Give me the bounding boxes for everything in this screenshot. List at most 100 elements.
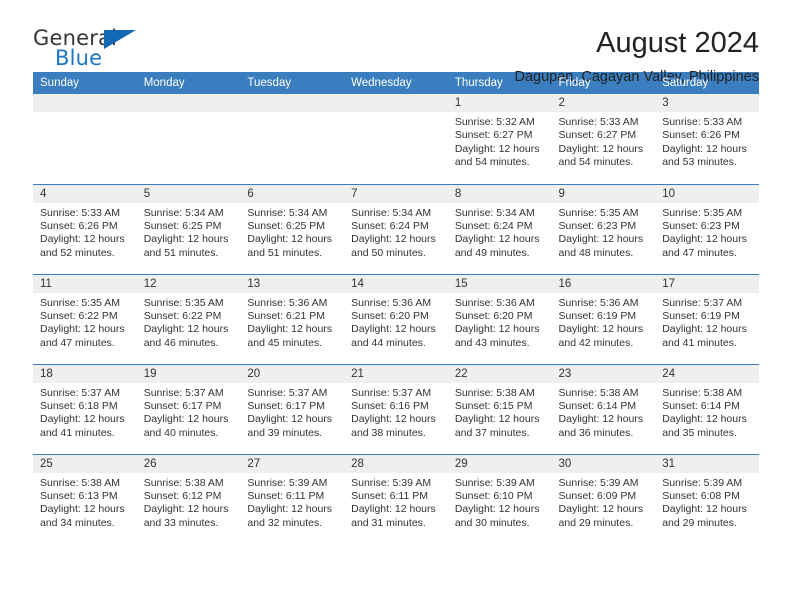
calendar-day-cell[interactable]: 24 Sunrise: 5:38 AM Sunset: 6:14 PM Dayligh…	[655, 363, 759, 454]
page-title: August 2024	[596, 27, 759, 59]
calendar-day-cell[interactable]: 22 Sunrise: 5:38 AM Sunset: 6:15 PM Dayligh…	[447, 363, 552, 454]
day-detail-line: Daylight: 12 hours	[662, 233, 747, 246]
day-detail-line: Sunset: 6:09 PM	[558, 489, 637, 502]
day-details: Sunrise: 5:36 AM Sunset: 6:19 PM Daylight:…	[551, 292, 656, 351]
calendar-day-cell[interactable]: 25 Sunrise: 5:38 AM Sunset: 6:13 PM Dayligh…	[33, 453, 137, 544]
calendar-day-cell[interactable]: 7 Sunrise: 5:34 AM Sunset: 6:24 PM Daylight…	[344, 183, 448, 274]
day-detail-line: Sunset: 6:20 PM	[454, 309, 533, 322]
day-details: Sunrise: 5:37 AM Sunset: 6:19 PM Daylight:…	[655, 292, 759, 351]
day-detail-line: Daylight: 12 hours	[558, 503, 644, 516]
weekday-header-wednesday: Wednesday	[344, 72, 448, 94]
day-detail-line: Daylight: 12 hours	[143, 233, 229, 246]
day-detail-line: Daylight: 12 hours	[143, 413, 229, 426]
calendar-empty-cell	[136, 94, 241, 184]
calendar-day-cell[interactable]: 12 Sunrise: 5:35 AM Sunset: 6:22 PM Dayligh…	[136, 273, 241, 364]
day-number: 24	[655, 364, 759, 383]
day-detail-line: Sunrise: 5:38 AM	[143, 476, 224, 489]
day-number: 5	[136, 184, 241, 203]
day-detail-line: Sunrise: 5:38 AM	[454, 386, 535, 399]
day-details: Sunrise: 5:36 AM Sunset: 6:20 PM Daylight:…	[447, 292, 552, 351]
day-detail-line: Sunrise: 5:36 AM	[454, 296, 535, 309]
day-detail-line: Daylight: 12 hours	[662, 323, 747, 336]
calendar-day-cell[interactable]: 15 Sunrise: 5:36 AM Sunset: 6:20 PM Dayligh…	[447, 273, 552, 364]
calendar-day-cell[interactable]: 18 Sunrise: 5:37 AM Sunset: 6:18 PM Dayligh…	[33, 363, 137, 454]
day-detail-line: Sunrise: 5:35 AM	[143, 296, 224, 309]
calendar-day-cell[interactable]: 14 Sunrise: 5:36 AM Sunset: 6:20 PM Dayligh…	[344, 273, 448, 364]
calendar-day-cell[interactable]: 27 Sunrise: 5:39 AM Sunset: 6:11 PM Dayligh…	[240, 453, 345, 544]
day-detail-line: Sunset: 6:15 PM	[454, 399, 533, 412]
day-detail-line: Sunrise: 5:39 AM	[247, 476, 328, 489]
day-detail-line: and 49 minutes.	[454, 246, 530, 259]
day-number: 3	[655, 94, 759, 112]
calendar-day-cell[interactable]: 17 Sunrise: 5:37 AM Sunset: 6:19 PM Dayligh…	[655, 273, 759, 364]
day-detail-line: Daylight: 12 hours	[558, 142, 644, 155]
calendar-day-cell[interactable]: 23 Sunrise: 5:38 AM Sunset: 6:14 PM Dayligh…	[551, 363, 656, 454]
general-blue-logo[interactable]: General Blue	[33, 26, 183, 74]
day-detail-line: Sunset: 6:22 PM	[143, 309, 222, 322]
day-detail-line: Sunset: 6:26 PM	[40, 219, 118, 232]
calendar-day-cell[interactable]: 20 Sunrise: 5:37 AM Sunset: 6:17 PM Dayligh…	[240, 363, 345, 454]
day-number: 12	[136, 274, 241, 293]
calendar-day-cell[interactable]: 28 Sunrise: 5:39 AM Sunset: 6:11 PM Dayligh…	[344, 453, 448, 544]
day-number: 7	[344, 184, 448, 203]
day-detail-line: Sunrise: 5:39 AM	[662, 476, 743, 489]
day-number: 18	[33, 364, 137, 383]
day-detail-line: Sunset: 6:21 PM	[247, 309, 326, 322]
calendar-day-cell[interactable]: 2 Sunrise: 5:33 AM Sunset: 6:27 PM Daylight…	[551, 94, 656, 184]
day-detail-line: Sunset: 6:13 PM	[40, 489, 118, 502]
day-detail-line: Sunset: 6:27 PM	[454, 129, 533, 142]
calendar-day-cell[interactable]: 4 Sunrise: 5:33 AM Sunset: 6:26 PM Daylight…	[33, 183, 137, 274]
day-number: 23	[551, 364, 656, 383]
calendar-day-cell[interactable]: 11 Sunrise: 5:35 AM Sunset: 6:22 PM Dayligh…	[33, 273, 137, 364]
day-details: Sunrise: 5:32 AM Sunset: 6:27 PM Daylight:…	[447, 112, 552, 170]
calendar-day-cell[interactable]: 19 Sunrise: 5:37 AM Sunset: 6:17 PM Dayligh…	[136, 363, 241, 454]
calendar-week-row: 25 Sunrise: 5:38 AM Sunset: 6:13 PM Dayligh…	[33, 453, 759, 544]
day-detail-line: Daylight: 12 hours	[351, 503, 436, 516]
calendar-day-cell[interactable]: 16 Sunrise: 5:36 AM Sunset: 6:19 PM Dayligh…	[551, 273, 656, 364]
day-detail-line: and 39 minutes.	[247, 426, 323, 439]
logo-text-blue: Blue	[55, 46, 103, 70]
day-detail-line: and 45 minutes.	[247, 336, 323, 349]
day-detail-line: Sunrise: 5:39 AM	[558, 476, 639, 489]
calendar-day-cell[interactable]: 29 Sunrise: 5:39 AM Sunset: 6:10 PM Dayligh…	[447, 453, 552, 544]
day-number: 20	[240, 364, 345, 383]
day-detail-line: and 47 minutes.	[662, 246, 737, 259]
calendar-week-row: 11 Sunrise: 5:35 AM Sunset: 6:22 PM Dayligh…	[33, 273, 759, 364]
calendar-day-cell[interactable]: 3 Sunrise: 5:33 AM Sunset: 6:26 PM Daylight…	[655, 94, 759, 184]
day-detail-line: Daylight: 12 hours	[454, 142, 540, 155]
day-detail-line: Daylight: 12 hours	[454, 233, 540, 246]
day-number: 15	[447, 274, 552, 293]
day-detail-line: Daylight: 12 hours	[351, 413, 436, 426]
day-details: Sunrise: 5:39 AM Sunset: 6:10 PM Daylight:…	[447, 472, 552, 531]
calendar-day-cell[interactable]: 13 Sunrise: 5:36 AM Sunset: 6:21 PM Dayligh…	[240, 273, 345, 364]
day-number: 1	[447, 94, 552, 112]
day-details: Sunrise: 5:36 AM Sunset: 6:21 PM Daylight:…	[240, 292, 345, 351]
day-detail-line: and 30 minutes.	[454, 516, 530, 529]
calendar-day-cell[interactable]: 26 Sunrise: 5:38 AM Sunset: 6:12 PM Dayligh…	[136, 453, 241, 544]
day-details: Sunrise: 5:35 AM Sunset: 6:23 PM Daylight:…	[655, 202, 759, 261]
day-detail-line: Sunrise: 5:39 AM	[351, 476, 432, 489]
day-detail-line: and 29 minutes.	[662, 516, 737, 529]
calendar-day-cell[interactable]: 9 Sunrise: 5:35 AM Sunset: 6:23 PM Daylight…	[551, 183, 656, 274]
calendar-day-cell[interactable]: 30 Sunrise: 5:39 AM Sunset: 6:09 PM Dayligh…	[551, 453, 656, 544]
calendar-day-cell[interactable]: 5 Sunrise: 5:34 AM Sunset: 6:25 PM Daylight…	[136, 183, 241, 274]
day-number: 14	[344, 274, 448, 293]
day-detail-line: Daylight: 12 hours	[351, 323, 436, 336]
calendar-week-row: 18 Sunrise: 5:37 AM Sunset: 6:18 PM Dayligh…	[33, 363, 759, 454]
calendar-day-cell[interactable]: 10 Sunrise: 5:35 AM Sunset: 6:23 PM Dayligh…	[655, 183, 759, 274]
day-detail-line: and 38 minutes.	[351, 426, 426, 439]
day-number: 22	[447, 364, 552, 383]
calendar-day-cell[interactable]: 31 Sunrise: 5:39 AM Sunset: 6:08 PM Dayligh…	[655, 453, 759, 544]
day-detail-line: Daylight: 12 hours	[143, 323, 229, 336]
calendar-day-cell[interactable]: 6 Sunrise: 5:34 AM Sunset: 6:25 PM Daylight…	[240, 183, 345, 274]
day-details	[240, 112, 345, 116]
calendar-day-cell[interactable]: 21 Sunrise: 5:37 AM Sunset: 6:16 PM Dayligh…	[344, 363, 448, 454]
day-number: 28	[344, 454, 448, 473]
day-detail-line: and 34 minutes.	[40, 516, 115, 529]
page-header: General Blue August 2024 Dagupan, Cagaya…	[33, 0, 759, 85]
calendar-day-cell[interactable]: 8 Sunrise: 5:34 AM Sunset: 6:24 PM Daylight…	[447, 183, 552, 274]
day-detail-line: Sunset: 6:22 PM	[40, 309, 118, 322]
day-details: Sunrise: 5:36 AM Sunset: 6:20 PM Daylight:…	[344, 292, 448, 351]
calendar-day-cell[interactable]: 1 Sunrise: 5:32 AM Sunset: 6:27 PM Daylight…	[447, 94, 552, 184]
day-detail-line: and 35 minutes.	[662, 426, 737, 439]
